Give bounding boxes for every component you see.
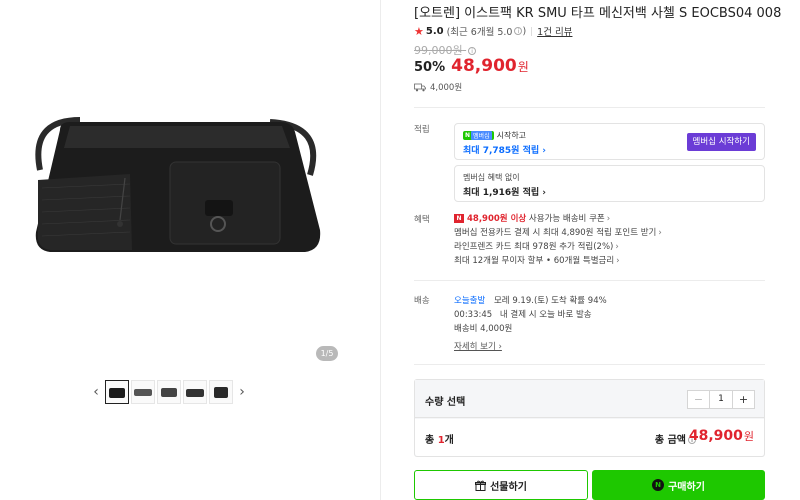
- thumbnail-2[interactable]: [131, 380, 155, 404]
- buy-button[interactable]: N 구매하기: [592, 470, 765, 500]
- quantity-decrease-button[interactable]: −: [688, 391, 709, 408]
- chevron-right-icon: ›: [616, 256, 620, 266]
- sale-price: 48,900: [451, 56, 517, 76]
- max-points-with-membership[interactable]: 최대 7,785원 적립 ›: [463, 143, 546, 156]
- buy-button-label: 구매하기: [668, 481, 705, 493]
- benefit-installment-text: 최대 12개월 무이자 할부 • 60개월 특별금리: [454, 256, 615, 266]
- thumbnail-prev-button[interactable]: ‹: [88, 381, 104, 403]
- thumbnail-image: [109, 388, 125, 398]
- currency-label: 원: [743, 430, 754, 443]
- total-count-prefix: 총: [425, 435, 438, 446]
- total-amount-label-text: 총 금액: [654, 435, 686, 446]
- thumbnail-next-button[interactable]: ›: [234, 381, 250, 403]
- thumbnail-1[interactable]: [105, 380, 129, 404]
- benefit-card-points[interactable]: 멤버십 전용카드 결제 시 최대 4,890원 적립 포인트 받기 ›: [454, 226, 662, 238]
- chevron-right-icon: ›: [606, 214, 611, 224]
- benefit-linefriends-text: 라인프렌즈 카드 최대 978원 추가 적립(2%): [454, 242, 614, 252]
- divider: [414, 364, 765, 365]
- product-title: [오트렌] 이스트팩 KR SMU 타프 메신저백 사첼 S EOCBS04 0…: [414, 6, 782, 21]
- thumbnail-image: [134, 389, 152, 396]
- chevron-right-icon: ›: [615, 242, 619, 252]
- quantity-stepper: − 1 +: [687, 390, 755, 409]
- price-row: 50% 48,900 원: [414, 56, 529, 76]
- rating-note-close: ): [522, 25, 527, 37]
- total-amount-value: 48,900: [688, 428, 743, 444]
- benefit-installment[interactable]: 최대 12개월 무이자 할부 • 60개월 특별금리 ›: [454, 254, 620, 266]
- npay-start-text: 시작하고: [496, 131, 527, 140]
- rating-row: ★ 5.0 (최근 6개월 5.0 i) 1건 리뷰: [414, 24, 572, 39]
- benefit-linefriends-card[interactable]: 라인프렌즈 카드 최대 978원 추가 적립(2%) ›: [454, 240, 619, 252]
- dispatch-note: 내 결제 시 오늘 바로 발송: [499, 310, 592, 320]
- total-count-suffix: 개: [444, 435, 454, 446]
- column-divider: [380, 0, 381, 500]
- basic-points-box: 멤버십 혜택 없이 최대 1,916원 적립 ›: [454, 165, 765, 202]
- price-info-icon[interactable]: i: [468, 47, 477, 55]
- points-label: 적립: [414, 125, 430, 135]
- info-icon[interactable]: i: [514, 27, 523, 35]
- delivery-detail-link[interactable]: 자세히 보기 ›: [454, 340, 502, 352]
- npay-row: N 멤버십 시작하고: [463, 130, 526, 141]
- total-count: 총 1개: [425, 431, 454, 446]
- naver-n-icon: N: [454, 214, 464, 223]
- thumbnail-image: [161, 388, 177, 397]
- naver-pay-icon: N: [652, 479, 665, 491]
- benefits-label: 혜택: [414, 215, 430, 225]
- delivery-fee: 배송비 4,000원: [454, 324, 513, 334]
- benefit-coupon-text: 사용가능 배송비 쿠폰: [526, 214, 605, 224]
- gift-button[interactable]: 선물하기: [414, 470, 588, 500]
- star-icon: ★: [414, 24, 424, 38]
- benefit-card-points-text: 멤버십 전용카드 결제 시 최대 4,890원 적립 포인트 받기: [454, 228, 657, 238]
- start-membership-button[interactable]: 멤버십 시작하기: [686, 133, 756, 151]
- no-membership-text: 멤버십 혜택 없이: [463, 173, 520, 182]
- currency-label: 원: [517, 60, 529, 74]
- thumbnail-4[interactable]: [183, 380, 207, 404]
- npay-n-icon: N: [465, 132, 471, 139]
- total-row: 총 1개 총 금액 i 48,900원: [415, 419, 764, 456]
- quantity-selector-row: 수량 선택 − 1 +: [415, 380, 764, 418]
- chevron-right-icon: ›: [658, 228, 662, 238]
- thumbnail-strip: ‹ ›: [88, 380, 250, 404]
- quantity-increase-button[interactable]: +: [733, 391, 754, 408]
- dispatch-countdown: 00:33:45: [454, 310, 493, 320]
- review-link[interactable]: 1건 리뷰: [537, 24, 572, 38]
- divider: [414, 280, 765, 281]
- quantity-label: 수량 선택: [425, 397, 466, 408]
- thumbnail-3[interactable]: [157, 380, 181, 404]
- delivery-label: 배송: [414, 296, 430, 306]
- gift-icon: [475, 480, 487, 491]
- rating-value: 5.0: [425, 25, 444, 37]
- today-dispatch-badge: 오늘출발: [454, 296, 486, 306]
- delivery-eta-row: 오늘출발 모레 9.19.(토) 도착 확률 94%: [454, 294, 607, 306]
- quantity-panel: 수량 선택 − 1 + 총 1개 총 금액 i 48,900원: [414, 379, 765, 457]
- max-points-without-membership[interactable]: 최대 1,916원 적립 ›: [463, 185, 546, 198]
- thumbnail-5[interactable]: [209, 380, 233, 404]
- total-count-number: 1: [437, 435, 445, 446]
- separator: [531, 26, 533, 36]
- thumbnail-image: [186, 389, 204, 397]
- gift-button-label: 선물하기: [490, 481, 527, 493]
- product-gallery: 1/5 ‹ ›: [0, 0, 380, 500]
- rating-note: (최근 6개월 5.0: [446, 27, 513, 38]
- delivery-eta: 모레 9.19.(토) 도착 확률 94%: [493, 296, 607, 306]
- shipping-fee-row: 4,000원: [414, 81, 462, 93]
- benefit-coupon[interactable]: N 48,900원 이상 사용가능 배송비 쿠폰 ›: [454, 212, 610, 224]
- discount-rate: 50%: [414, 60, 446, 75]
- shipping-fee: 4,000원: [430, 83, 463, 93]
- image-counter: 1/5: [316, 346, 338, 361]
- npay-plus-label: 멤버십: [471, 131, 492, 140]
- divider: [414, 107, 765, 108]
- membership-points-box: N 멤버십 시작하고 최대 7,785원 적립 › 멤버십 시작하기: [454, 123, 765, 160]
- npay-membership-badge: N 멤버십: [463, 131, 494, 140]
- total-amount: 48,900원: [689, 428, 754, 444]
- quantity-input[interactable]: 1: [709, 391, 733, 408]
- truck-icon: [414, 83, 426, 91]
- benefit-coupon-threshold: 48,900원 이상: [467, 214, 527, 224]
- dispatch-countdown-row: 00:33:45 내 결제 시 오늘 바로 발송: [454, 308, 592, 320]
- thumbnail-image: [214, 387, 228, 398]
- product-image[interactable]: [20, 100, 330, 270]
